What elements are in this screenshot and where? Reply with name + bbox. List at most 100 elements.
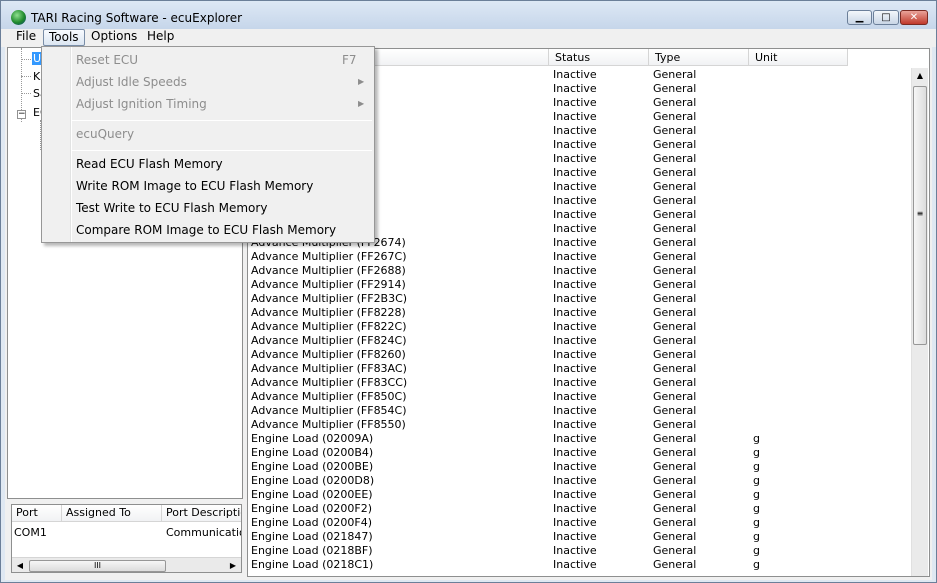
name-cell: Engine Load (021847) <box>251 530 373 543</box>
title-bar[interactable]: TARI Racing Software - ecuExplorer ▁ □ ✕ <box>1 1 936 29</box>
menu-item-test-write[interactable]: Test Write to ECU Flash Memory <box>76 201 267 215</box>
menu-options[interactable]: Options <box>86 29 142 46</box>
close-button[interactable]: ✕ <box>900 10 928 25</box>
menu-tools[interactable]: Tools <box>43 29 85 46</box>
port-cell[interactable]: COM1 <box>14 526 47 539</box>
table-row[interactable]: Advance Multiplier (FF83AC) Inactive Gener… <box>248 362 911 376</box>
status-cell: Inactive <box>553 292 597 305</box>
unit-cell: g <box>753 432 760 445</box>
status-cell: Inactive <box>553 82 597 95</box>
port-description-cell[interactable]: Communications Port <box>166 526 241 539</box>
tools-dropdown-menu: Reset ECU F7 Adjust Idle Speeds ▶ Adjust… <box>41 46 375 243</box>
unit-cell: g <box>753 474 760 487</box>
type-cell: General <box>653 306 697 319</box>
name-cell: Engine Load (0200F2) <box>251 502 372 515</box>
table-row[interactable]: Advance Multiplier (FF854C) Inactive Gener… <box>248 404 911 418</box>
type-cell: General <box>653 292 697 305</box>
scroll-up-icon[interactable]: ▲ <box>912 68 928 84</box>
name-cell: Engine Load (02009A) <box>251 432 374 445</box>
shortcut-f7: F7 <box>342 53 357 67</box>
submenu-arrow-icon: ▶ <box>358 99 365 108</box>
type-cell: General <box>653 138 697 151</box>
menu-help[interactable]: Help <box>142 29 179 46</box>
table-row[interactable]: Advance Multiplier (FF8228) Inactive Gener… <box>248 306 911 320</box>
vertical-scrollbar[interactable]: ▲ ≡ <box>911 68 928 576</box>
column-header-unit[interactable]: Unit <box>749 49 848 66</box>
scroll-right-icon[interactable]: ▶ <box>225 558 241 572</box>
name-cell: Engine Load (0218BF) <box>251 544 373 557</box>
menu-file[interactable]: File <box>11 29 41 46</box>
column-header-port-description[interactable]: Port Description <box>162 505 241 522</box>
name-cell: Advance Multiplier (FF83CC) <box>251 376 408 389</box>
column-header-type[interactable]: Type <box>649 49 749 66</box>
status-cell: Inactive <box>553 544 597 557</box>
horizontal-scrollbar[interactable]: ◀ III ▶ <box>12 557 241 572</box>
scroll-thumb[interactable]: III <box>29 560 166 572</box>
table-row[interactable]: Engine Load (0200F2) Inactive General g <box>248 502 911 516</box>
type-cell: General <box>653 124 697 137</box>
column-header-port[interactable]: Port <box>12 505 62 522</box>
table-row[interactable]: Advance Multiplier (FF2914) Inactive Gener… <box>248 278 911 292</box>
table-row[interactable]: Advance Multiplier (FF83CC) Inactive Gener… <box>248 376 911 390</box>
menu-item-reset-ecu[interactable]: Reset ECU <box>76 53 138 67</box>
type-cell: General <box>653 320 697 333</box>
name-cell: Advance Multiplier (FF854C) <box>251 404 407 417</box>
scroll-thumb[interactable]: ≡ <box>913 86 927 345</box>
menu-item-ecuquery[interactable]: ecuQuery <box>76 127 134 141</box>
unit-cell: g <box>753 502 760 515</box>
menu-item-adjust-idle-speeds[interactable]: Adjust Idle Speeds <box>76 75 187 89</box>
table-row[interactable]: Engine Load (0200D8) Inactive General g <box>248 474 911 488</box>
ports-list[interactable]: Port Assigned To Port Description COM1 C… <box>11 504 242 573</box>
menu-item-read-ecu-flash[interactable]: Read ECU Flash Memory <box>76 157 223 171</box>
table-row[interactable]: Engine Load (0200B4) Inactive General g <box>248 446 911 460</box>
table-row[interactable]: Advance Multiplier (FF850C) Inactive Gener… <box>248 390 911 404</box>
status-cell: Inactive <box>553 446 597 459</box>
status-cell: Inactive <box>553 320 597 333</box>
menu-item-compare-rom-image[interactable]: Compare ROM Image to ECU Flash Memory <box>76 223 336 237</box>
submenu-arrow-icon: ▶ <box>358 77 365 86</box>
table-row[interactable]: Advance Multiplier (FF8550) Inactive Gener… <box>248 418 911 432</box>
menu-separator <box>72 150 372 151</box>
table-row[interactable]: Engine Load (0200EE) Inactive General g <box>248 488 911 502</box>
type-cell: General <box>653 418 697 431</box>
status-cell: Inactive <box>553 488 597 501</box>
status-cell: Inactive <box>553 222 597 235</box>
scroll-left-icon[interactable]: ◀ <box>12 558 28 572</box>
status-cell: Inactive <box>553 348 597 361</box>
table-row[interactable]: Engine Load (0218C1) Inactive General g <box>248 558 911 572</box>
table-row[interactable]: Advance Multiplier (FF8260) Inactive Gener… <box>248 348 911 362</box>
type-cell: General <box>653 278 697 291</box>
menu-separator <box>72 120 372 121</box>
type-cell: General <box>653 250 697 263</box>
table-row[interactable]: Advance Multiplier (FF2688) Inactive Gener… <box>248 264 911 278</box>
table-row[interactable]: Engine Load (021847) Inactive General g <box>248 530 911 544</box>
status-cell: Inactive <box>553 96 597 109</box>
minimize-button[interactable]: ▁ <box>847 10 872 25</box>
table-row[interactable]: Advance Multiplier (FF2B3C) Inactive Gener… <box>248 292 911 306</box>
table-row[interactable]: Engine Load (0200F4) Inactive General g <box>248 516 911 530</box>
menu-item-write-rom-image[interactable]: Write ROM Image to ECU Flash Memory <box>76 179 313 193</box>
table-row[interactable]: Advance Multiplier (FF267C) Inactive Gener… <box>248 250 911 264</box>
status-cell: Inactive <box>553 334 597 347</box>
status-cell: Inactive <box>553 250 597 263</box>
unit-cell: g <box>753 488 760 501</box>
name-cell: Advance Multiplier (FF8228) <box>251 306 406 319</box>
maximize-button[interactable]: □ <box>873 10 899 25</box>
tree-expander-icon[interactable]: − <box>17 110 26 119</box>
menu-item-adjust-ignition-timing[interactable]: Adjust Ignition Timing <box>76 97 207 111</box>
status-cell: Inactive <box>553 138 597 151</box>
type-cell: General <box>653 166 697 179</box>
table-row[interactable]: Engine Load (0200BE) Inactive General g <box>248 460 911 474</box>
type-cell: General <box>653 152 697 165</box>
column-header-status[interactable]: Status <box>549 49 649 66</box>
table-row[interactable]: Advance Multiplier (FF824C) Inactive Gener… <box>248 334 911 348</box>
table-row[interactable]: Engine Load (02009A) Inactive General g <box>248 432 911 446</box>
column-header-assigned-to[interactable]: Assigned To <box>62 505 162 522</box>
table-row[interactable]: Advance Multiplier (FF822C) Inactive Gener… <box>248 320 911 334</box>
status-cell: Inactive <box>553 68 597 81</box>
table-row[interactable]: Engine Load (0218BF) Inactive General g <box>248 544 911 558</box>
status-cell: Inactive <box>553 530 597 543</box>
name-cell: Advance Multiplier (FF83AC) <box>251 362 407 375</box>
name-cell: Engine Load (0200B4) <box>251 446 374 459</box>
type-cell: General <box>653 96 697 109</box>
